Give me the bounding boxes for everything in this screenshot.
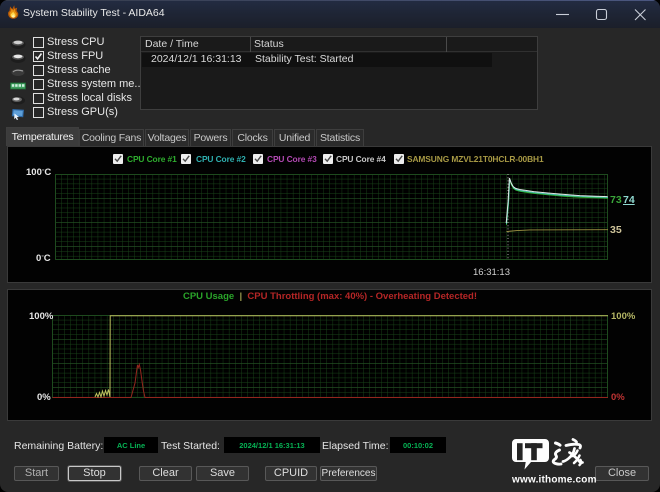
svg-text:www.ithome.com: www.ithome.com (511, 475, 597, 486)
